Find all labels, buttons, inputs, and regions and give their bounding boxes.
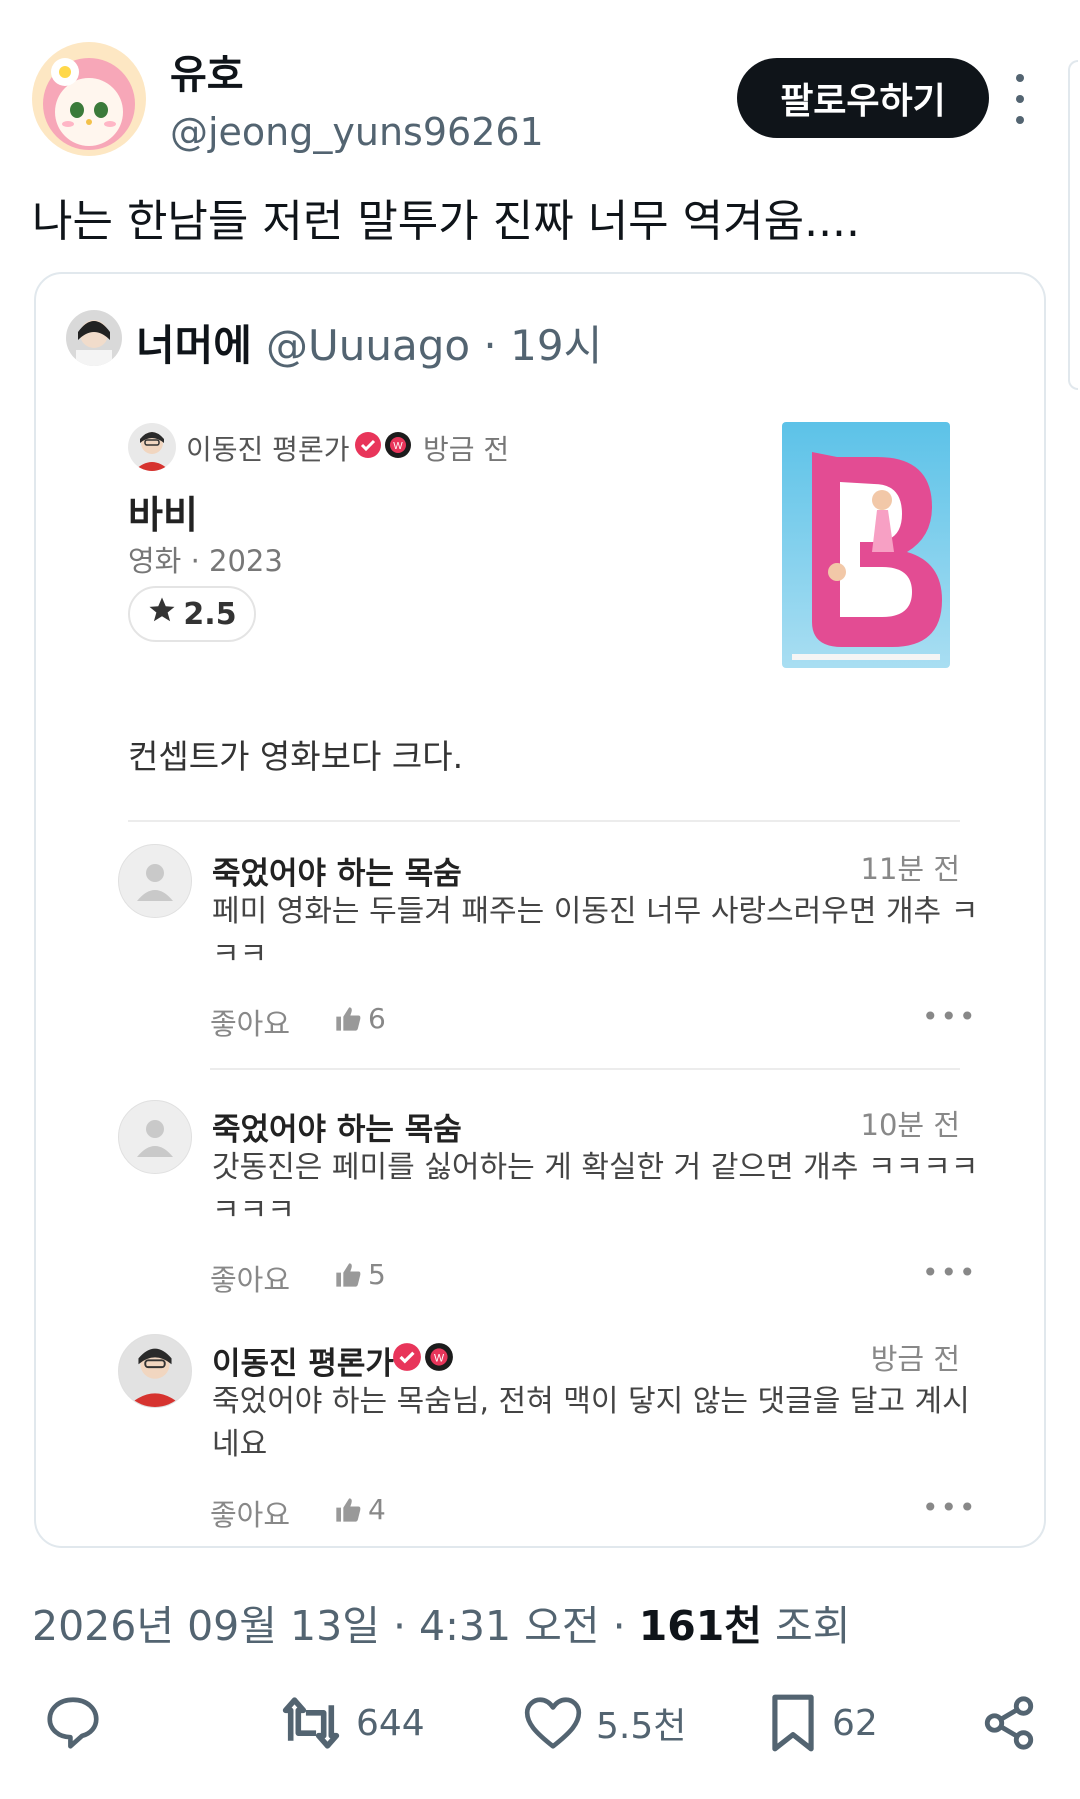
user-placeholder-icon xyxy=(137,864,173,901)
comment-avatar xyxy=(118,844,192,918)
quoted-handle-time: @Uuuago · 19시 xyxy=(266,312,602,373)
quoted-display-name[interactable]: 너머에 xyxy=(136,312,252,373)
bookmark-icon xyxy=(772,1694,814,1752)
retweet-count: 644 xyxy=(356,1702,425,1744)
watcha-badge-icon: W xyxy=(424,1342,454,1376)
rating-value: 2.5 xyxy=(183,596,237,632)
comment-more-icon[interactable]: ••• xyxy=(922,1256,978,1289)
review-text: 컨셉트가 영화보다 크다. xyxy=(128,737,464,776)
comment-time: 방금 전 xyxy=(870,1342,960,1376)
scrollbar[interactable] xyxy=(1068,60,1078,390)
post-date: 2026년 09월 13일 xyxy=(32,1602,380,1650)
quoted-time: 19시 xyxy=(510,321,603,370)
view-count[interactable]: 161천 xyxy=(639,1602,762,1650)
movie-poster-image xyxy=(782,422,950,668)
action-bar: 644 5.5천 62 xyxy=(0,1692,1080,1772)
divider xyxy=(210,1068,960,1070)
retweet-icon xyxy=(282,1697,340,1749)
quoted-handle[interactable]: @Uuuago xyxy=(266,321,470,370)
like-count-value: 6 xyxy=(368,1002,386,1035)
reviewer-name: 이동진 평론가 xyxy=(186,433,350,466)
verified-icon xyxy=(354,431,382,463)
like-count-value: 5 xyxy=(368,1258,386,1291)
thumbs-up-icon xyxy=(336,1262,361,1287)
comment-avatar xyxy=(118,1100,192,1174)
share-button[interactable] xyxy=(980,1692,1038,1754)
reply-button[interactable] xyxy=(42,1692,104,1754)
like-button[interactable]: 좋아요 xyxy=(210,1492,290,1534)
comment-author: 이동진 평론가 xyxy=(212,1346,394,1382)
thumbs-up-icon xyxy=(336,1497,361,1522)
retweet-button[interactable]: 644 xyxy=(278,1692,425,1754)
more-options-icon[interactable] xyxy=(1010,74,1030,124)
user-handle[interactable]: @jeong_yuns96261 xyxy=(170,110,544,154)
comment-more-icon[interactable]: ••• xyxy=(922,1000,978,1033)
separator-dot: · xyxy=(379,1602,420,1650)
separator-dot: · xyxy=(470,321,511,370)
movie-title: 바비 xyxy=(128,493,198,537)
review-time: 방금 전 xyxy=(423,433,510,466)
post-time: 4:31 오전 xyxy=(419,1602,600,1650)
comment-author: 죽었어야 하는 목숨 xyxy=(212,1112,462,1148)
share-icon xyxy=(984,1696,1034,1750)
comment-more-icon[interactable]: ••• xyxy=(922,1491,978,1524)
like-count: 5.5천 xyxy=(596,1706,687,1747)
user-placeholder-icon xyxy=(137,1120,173,1157)
profile-avatar[interactable] xyxy=(32,42,146,156)
follow-button[interactable]: 팔로우하기 xyxy=(737,58,989,138)
comment-text: 갓동진은 페미를 싫어하는 게 확실한 거 같으면 개추 ㅋㅋㅋㅋㅋㅋㅋ xyxy=(212,1150,979,1228)
comment-avatar xyxy=(118,1334,192,1408)
comment-author: 죽었어야 하는 목숨 xyxy=(212,856,462,892)
verified-icon xyxy=(392,1342,422,1376)
rating-badge: 2.5 xyxy=(128,586,256,642)
display-name[interactable]: 유호 xyxy=(170,42,244,100)
svg-text:W: W xyxy=(434,1352,445,1364)
svg-text:W: W xyxy=(393,441,403,452)
comment-text: 죽었어야 하는 목숨님, 전혀 맥이 닿지 않는 댓글을 달고 계시네요 xyxy=(212,1384,970,1462)
like-button[interactable]: 좋아요 xyxy=(210,1257,290,1299)
quoted-user-avatar[interactable] xyxy=(66,310,122,366)
movie-meta: 영화 · 2023 xyxy=(128,544,283,578)
comment-like-count[interactable]: 6 xyxy=(334,1002,386,1035)
like-tweet-button[interactable]: 5.5천 xyxy=(522,1692,686,1754)
tweet-text: 나는 한남들 저런 말투가 진짜 너무 역겨움.... xyxy=(32,196,861,247)
watcha-badge-icon: W xyxy=(384,431,412,463)
reviewer-avatar xyxy=(128,423,176,471)
comment-time: 10분 전 xyxy=(860,1108,960,1142)
heart-icon xyxy=(524,1697,582,1749)
bookmark-count: 62 xyxy=(832,1702,878,1744)
comment-like-count[interactable]: 4 xyxy=(334,1493,386,1526)
post-timestamp-views: 2026년 09월 13일 · 4:31 오전 · 161천 조회 xyxy=(32,1592,851,1652)
thumbs-up-icon xyxy=(336,1006,361,1031)
like-button[interactable]: 좋아요 xyxy=(210,1001,290,1043)
comment-like-count[interactable]: 5 xyxy=(334,1258,386,1291)
bookmark-button[interactable]: 62 xyxy=(766,1692,878,1754)
divider xyxy=(128,820,960,822)
like-count-value: 4 xyxy=(368,1493,386,1526)
reply-icon xyxy=(47,1697,99,1749)
star-icon xyxy=(147,595,177,633)
comment-time: 11분 전 xyxy=(860,852,960,886)
views-label: 조회 xyxy=(775,1602,851,1650)
comment-text: 페미 영화는 두들겨 패주는 이동진 너무 사랑스러우면 개추 ㅋㅋㅋ xyxy=(212,894,979,972)
separator-dot: · xyxy=(599,1602,639,1650)
